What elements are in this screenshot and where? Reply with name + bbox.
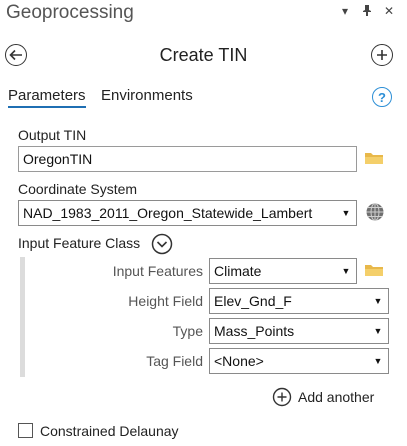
input-features-dropdown[interactable]: Climate ▼	[209, 258, 357, 284]
tag-field-value: <None>	[214, 353, 264, 369]
input-features-value: Climate	[214, 263, 262, 279]
constrained-delaunay-label: Constrained Delaunay	[40, 423, 179, 439]
chevron-down-icon: ▼	[341, 266, 351, 276]
globe-icon	[366, 203, 384, 221]
collapse-group-button[interactable]	[151, 233, 173, 260]
plus-circle-icon	[272, 387, 292, 407]
pane-title: Geoprocessing	[6, 2, 134, 23]
type-label: Type	[172, 323, 203, 339]
coordinate-system-globe-button[interactable]	[365, 202, 385, 227]
add-another-label: Add another	[298, 389, 375, 405]
tab-parameters[interactable]: Parameters	[8, 87, 86, 108]
chevron-down-icon: ▼	[373, 356, 383, 366]
chevron-down-icon: ▼	[341, 208, 351, 218]
height-field-label: Height Field	[128, 293, 203, 309]
add-tool-button[interactable]	[371, 44, 393, 66]
tag-field-dropdown[interactable]: <None> ▼	[209, 348, 389, 374]
add-another-button[interactable]: Add another	[272, 387, 374, 407]
folder-icon	[365, 265, 383, 276]
browse-input-features-button[interactable]	[364, 263, 384, 282]
plus-icon	[377, 50, 387, 60]
group-indent-bar	[20, 257, 25, 377]
tag-field-label: Tag Field	[146, 353, 203, 369]
coordinate-system-dropdown[interactable]: NAD_1983_2011_Oregon_Statewide_Lambert ▼	[18, 200, 357, 226]
pane-menu-icon[interactable]: ▾	[342, 4, 348, 18]
output-tin-label: Output TIN	[18, 127, 87, 143]
chevron-down-icon: ▼	[373, 296, 383, 306]
tab-environments[interactable]: Environments	[101, 87, 193, 104]
chevron-circle-icon	[151, 233, 173, 255]
output-tin-input[interactable]: OregonTIN	[18, 146, 357, 172]
pin-icon[interactable]	[362, 4, 372, 19]
type-value: Mass_Points	[214, 323, 295, 339]
type-dropdown[interactable]: Mass_Points ▼	[209, 318, 389, 344]
tool-title: Create TIN	[159, 45, 248, 65]
coordinate-system-label: Coordinate System	[18, 181, 138, 197]
folder-icon	[365, 153, 383, 164]
constrained-delaunay-checkbox[interactable]	[18, 423, 33, 438]
input-feature-class-label: Input Feature Class	[18, 235, 141, 251]
browse-output-button[interactable]	[364, 151, 384, 170]
coordinate-system-value: NAD_1983_2011_Oregon_Statewide_Lambert	[23, 205, 313, 221]
height-field-value: Elev_Gnd_F	[214, 293, 292, 309]
close-icon[interactable]: ✕	[384, 4, 394, 18]
input-features-label: Input Features	[112, 263, 203, 279]
help-icon[interactable]: ?	[372, 87, 392, 107]
height-field-dropdown[interactable]: Elev_Gnd_F ▼	[209, 288, 389, 314]
chevron-down-icon: ▼	[373, 326, 383, 336]
